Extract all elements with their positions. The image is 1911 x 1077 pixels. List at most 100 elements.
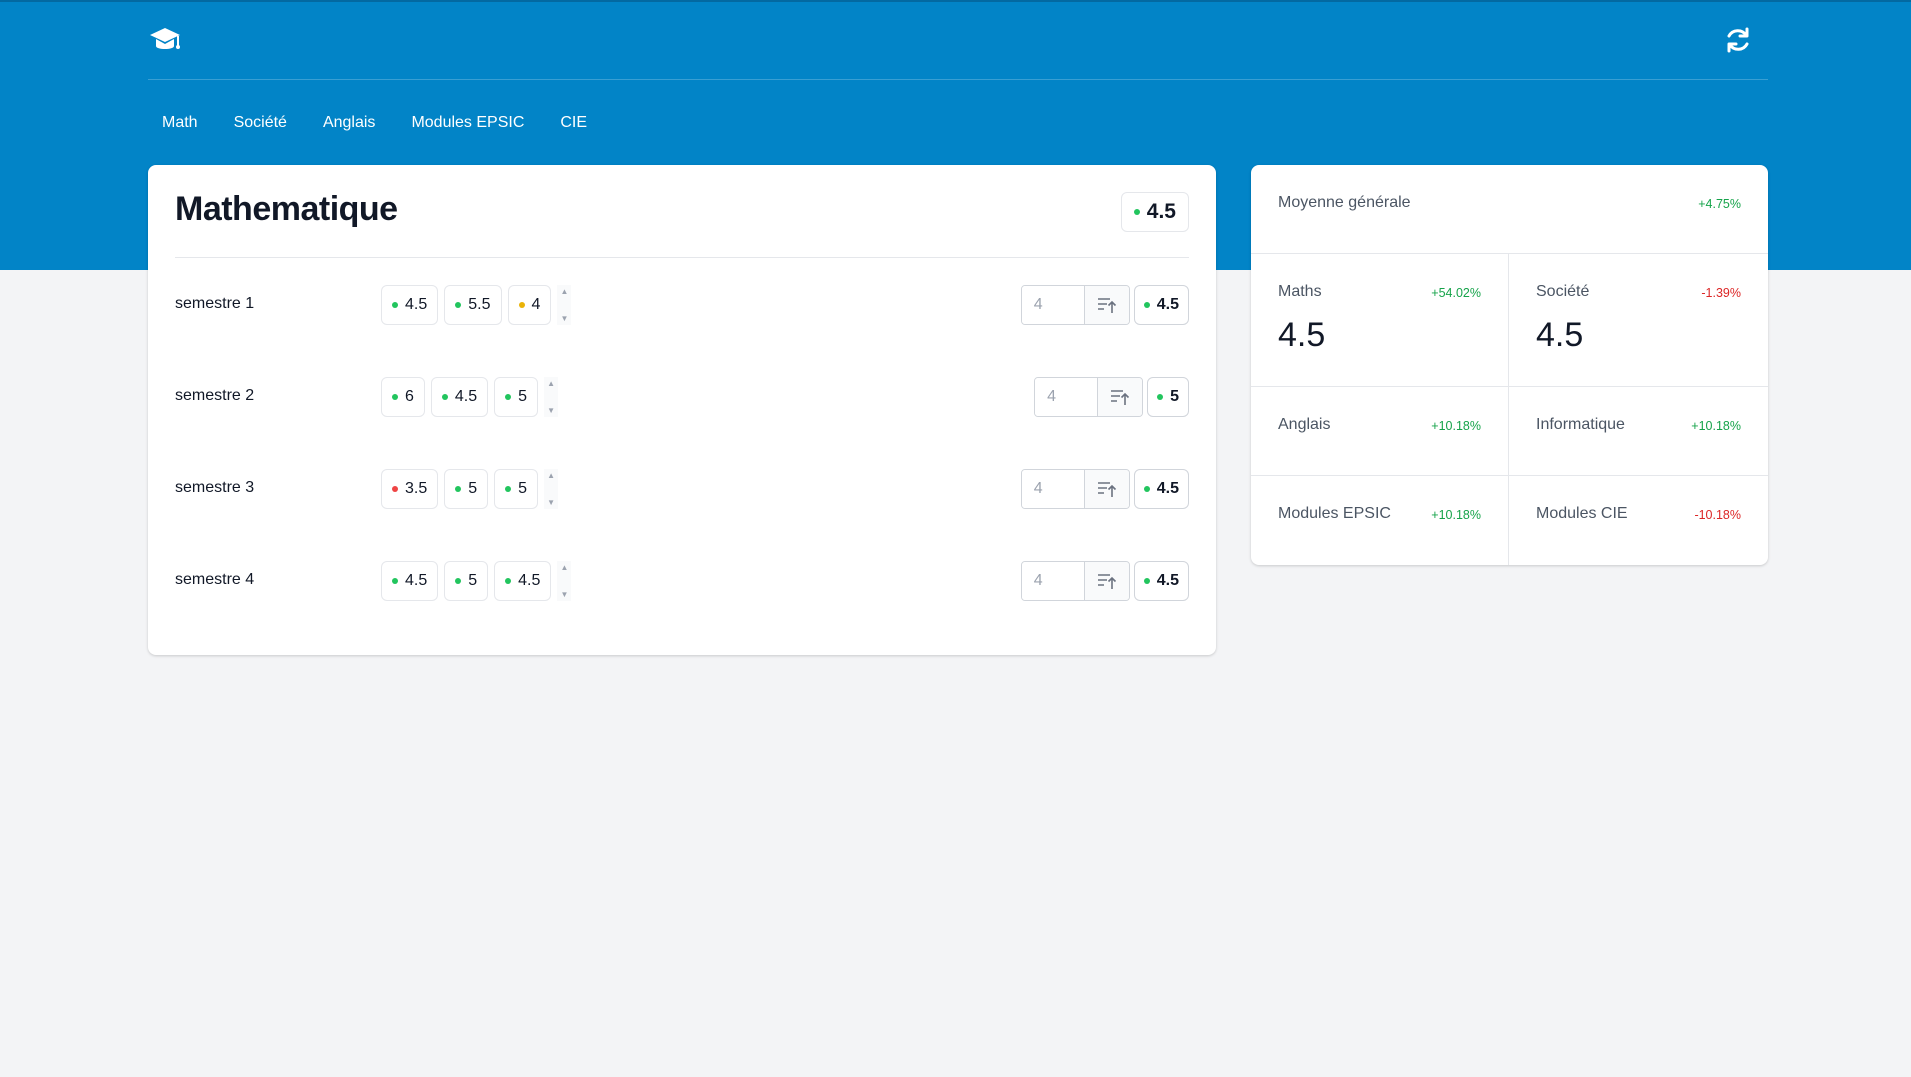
grade-scroll-stepper[interactable]: ▲ ▼ bbox=[557, 285, 572, 325]
nav-item-cie[interactable]: CIE bbox=[546, 108, 601, 138]
grade-chip[interactable]: 5 bbox=[494, 377, 539, 417]
grade-value: 5 bbox=[468, 480, 478, 497]
grade-list: 3.5 5 5 ▲ ▼ bbox=[381, 469, 559, 509]
status-dot-icon bbox=[505, 486, 512, 492]
stat-delta: -1.39% bbox=[1701, 286, 1741, 300]
add-grade-input[interactable] bbox=[1021, 562, 1084, 600]
semester-average-value: 4.5 bbox=[1156, 572, 1179, 589]
semester-label: semestre 3 bbox=[175, 479, 255, 496]
sort-upload-icon bbox=[1097, 574, 1116, 589]
status-dot-icon bbox=[455, 486, 462, 492]
grade-value: 5 bbox=[518, 388, 528, 405]
semester-tools: 4.5 bbox=[1020, 469, 1189, 509]
grade-chip[interactable]: 5.5 bbox=[444, 285, 502, 325]
subject-average-badge: 4.5 bbox=[1120, 192, 1189, 232]
stat-label: Maths bbox=[1278, 283, 1322, 300]
add-grade-group bbox=[1020, 469, 1130, 509]
nav-item-math[interactable]: Math bbox=[148, 108, 212, 138]
grade-chip[interactable]: 6 bbox=[381, 377, 425, 417]
page-title: Mathematique bbox=[175, 190, 398, 228]
nav-item-modules-epsic[interactable]: Modules EPSIC bbox=[397, 108, 538, 138]
stat-label: Société bbox=[1536, 283, 1590, 300]
grade-list: 6 4.5 5 ▲ ▼ bbox=[381, 377, 559, 417]
caret-down-icon[interactable]: ▼ bbox=[560, 314, 568, 323]
grade-chip[interactable]: 4.5 bbox=[381, 561, 439, 601]
add-grade-input[interactable] bbox=[1035, 378, 1098, 416]
grade-chip[interactable]: 5 bbox=[444, 469, 489, 509]
semester-tools: 4.5 bbox=[1020, 561, 1189, 601]
stat-delta: +54.02% bbox=[1431, 286, 1481, 300]
status-dot-icon bbox=[505, 578, 512, 584]
grade-value: 4.5 bbox=[405, 572, 428, 589]
semester-row: semestre 4 4.5 5 4.5 ▲▼ 4.5 bbox=[175, 561, 1189, 601]
grade-scroll-stepper[interactable]: ▲ ▼ bbox=[544, 377, 559, 417]
grade-value: 6 bbox=[405, 388, 414, 405]
grade-list: 4.5 5.5 4 ▲ ▼ bbox=[381, 285, 572, 325]
subject-average-value: 4.5 bbox=[1146, 200, 1176, 223]
grade-chip[interactable]: 3.5 bbox=[381, 469, 439, 509]
add-grade-button[interactable] bbox=[1097, 378, 1143, 416]
status-dot-icon bbox=[392, 578, 398, 584]
semester-label: semestre 2 bbox=[175, 387, 255, 404]
sort-upload-icon bbox=[1097, 482, 1116, 497]
stat-informatique: Informatique +10.18% bbox=[1509, 387, 1768, 476]
nav-item-societe[interactable]: Société bbox=[220, 108, 301, 138]
grade-value: 5 bbox=[518, 480, 528, 497]
stat-label: Informatique bbox=[1536, 416, 1625, 433]
grade-scroll-stepper[interactable]: ▲ ▼ bbox=[557, 561, 572, 601]
caret-up-icon[interactable]: ▲ bbox=[560, 287, 568, 296]
stat-value: 4.5 bbox=[1536, 316, 1584, 354]
add-grade-group bbox=[1034, 377, 1144, 417]
caret-down-icon[interactable]: ▼ bbox=[547, 498, 555, 507]
caret-down-icon[interactable]: ▼ bbox=[560, 590, 568, 599]
grade-value: 4 bbox=[531, 296, 541, 313]
status-dot-icon bbox=[441, 394, 448, 400]
grade-chip[interactable]: 4.5 bbox=[381, 285, 439, 325]
stat-modules-epsic: Modules EPSIC +10.18% bbox=[1251, 476, 1509, 565]
sort-upload-icon bbox=[1097, 298, 1116, 313]
grade-chip[interactable]: 4 bbox=[507, 285, 552, 325]
caret-up-icon[interactable]: ▲ bbox=[547, 379, 555, 388]
stat-delta: -10.18% bbox=[1694, 508, 1741, 522]
semester-tools: 4.5 bbox=[1020, 285, 1189, 325]
grade-chip[interactable]: 4.5 bbox=[494, 561, 552, 601]
status-dot-icon bbox=[1143, 486, 1150, 492]
semester-row: semestre 1 4.5 5.5 4 ▲▼ 4.5 bbox=[175, 285, 1189, 325]
status-dot-icon bbox=[392, 302, 398, 308]
stat-delta: +10.18% bbox=[1691, 419, 1741, 433]
subject-nav: Math Société Anglais Modules EPSIC CIE bbox=[148, 108, 601, 138]
subject-card-header: Mathematique 4.5 bbox=[175, 165, 1189, 258]
grade-value: 4.5 bbox=[518, 572, 541, 589]
grade-value: 3.5 bbox=[405, 480, 428, 497]
stat-label: Moyenne générale bbox=[1278, 194, 1411, 211]
add-grade-input[interactable] bbox=[1021, 286, 1084, 324]
status-dot-icon bbox=[455, 578, 462, 584]
app-header bbox=[148, 0, 1768, 80]
stat-label: Anglais bbox=[1278, 416, 1331, 433]
grade-value: 4.5 bbox=[405, 296, 428, 313]
semester-tools: 5 bbox=[1034, 377, 1189, 417]
stat-societe: Société -1.39% 4.5 bbox=[1509, 254, 1768, 387]
stat-label: Modules CIE bbox=[1536, 505, 1628, 522]
grade-chip[interactable]: 5 bbox=[494, 469, 539, 509]
add-grade-button[interactable] bbox=[1083, 562, 1129, 600]
grade-value: 4.5 bbox=[454, 388, 478, 405]
graduation-cap-icon[interactable] bbox=[148, 24, 182, 58]
nav-item-anglais[interactable]: Anglais bbox=[309, 108, 389, 138]
grade-scroll-stepper[interactable]: ▲ ▼ bbox=[544, 469, 559, 509]
grade-value: 5.5 bbox=[468, 296, 491, 313]
caret-up-icon[interactable]: ▲ bbox=[560, 563, 568, 572]
add-grade-input[interactable] bbox=[1021, 470, 1084, 508]
grade-chip[interactable]: 5 bbox=[444, 561, 489, 601]
caret-down-icon[interactable]: ▼ bbox=[547, 406, 555, 415]
stats-panel: Moyenne générale +4.75% Maths +54.02% 4.… bbox=[1251, 165, 1768, 565]
stat-delta: +10.18% bbox=[1431, 419, 1481, 433]
status-dot-icon bbox=[1133, 209, 1140, 215]
semester-average-badge: 4.5 bbox=[1133, 285, 1189, 325]
refresh-icon[interactable] bbox=[1724, 26, 1752, 54]
add-grade-button[interactable] bbox=[1083, 470, 1129, 508]
grade-chip[interactable]: 4.5 bbox=[430, 377, 489, 417]
caret-up-icon[interactable]: ▲ bbox=[547, 471, 555, 480]
add-grade-button[interactable] bbox=[1083, 286, 1129, 324]
semester-average-badge: 4.5 bbox=[1133, 469, 1189, 509]
